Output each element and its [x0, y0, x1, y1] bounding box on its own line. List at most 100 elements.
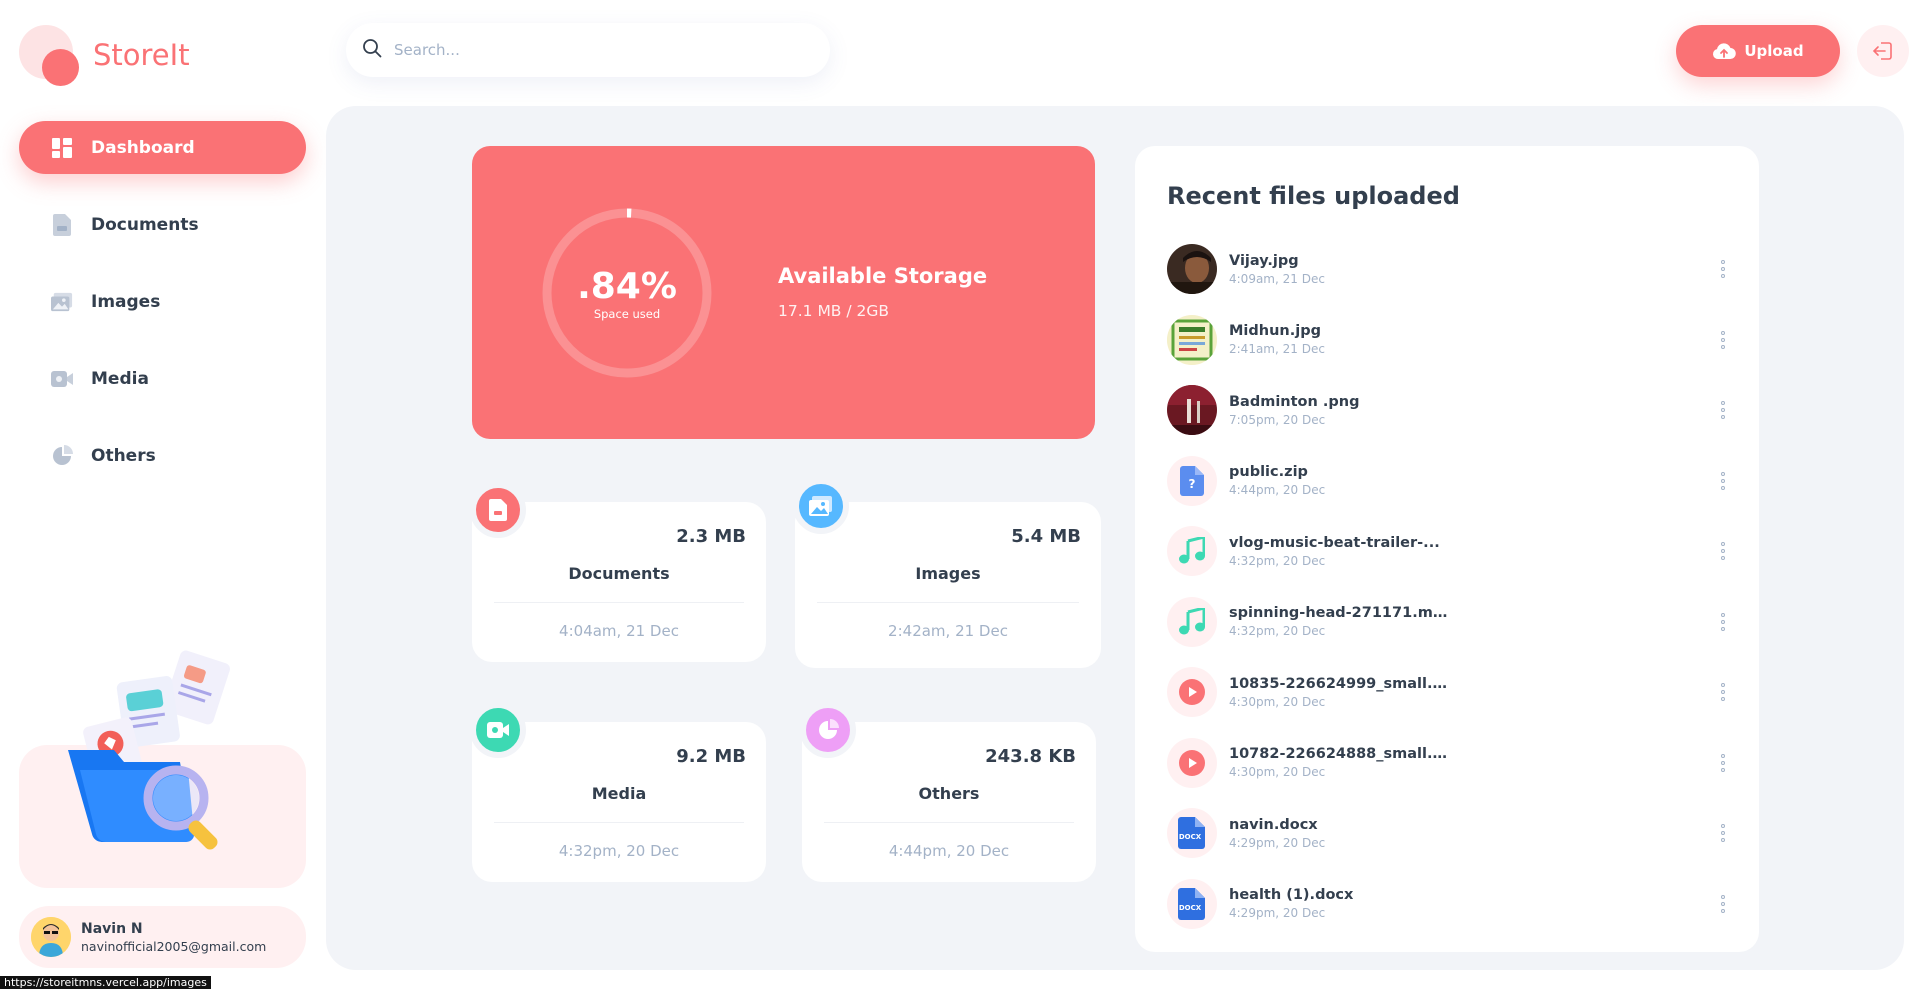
list-item[interactable]: Midhun.jpg 2:41am, 21 Dec: [1167, 305, 1733, 376]
user-card[interactable]: Navin N navinofficial2005@gmail.com: [19, 906, 306, 968]
more-options-icon[interactable]: [1713, 892, 1733, 916]
file-date: 4:30pm, 20 Dec: [1229, 694, 1326, 709]
avatar: [31, 917, 71, 957]
video-icon: [487, 722, 509, 738]
storage-percent-caption: Space used: [593, 306, 661, 321]
file-date: 4:30pm, 20 Dec: [1229, 765, 1326, 780]
sidebar-item-label: Others: [91, 445, 156, 466]
unknown-file-icon: ?: [1167, 455, 1217, 506]
search-bar[interactable]: [346, 23, 830, 77]
sidebar-item-label: Images: [91, 291, 161, 312]
upload-cloud-icon: [1713, 43, 1737, 60]
search-input[interactable]: [394, 41, 794, 59]
category-card-documents[interactable]: 2.3 MB Documents 4:04am, 21 Dec: [470, 482, 766, 662]
docx-icon: DOCX: [1167, 808, 1217, 859]
sidebar-item-documents[interactable]: Documents: [19, 198, 306, 251]
category-card-others[interactable]: 243.8 KB Others 4:44pm, 20 Dec: [800, 702, 1096, 882]
more-options-icon[interactable]: [1713, 751, 1733, 775]
list-item[interactable]: 10782-226624888_small.mp4 4:30pm, 20 Dec: [1167, 728, 1733, 799]
document-icon: [51, 213, 73, 236]
sidebar-item-images[interactable]: Images: [19, 275, 306, 328]
sidebar-item-media[interactable]: Media: [19, 352, 306, 405]
more-options-icon[interactable]: [1713, 328, 1733, 352]
file-date: 4:32pm, 20 Dec: [1229, 624, 1326, 639]
list-item[interactable]: Badminton .png 7:05pm, 20 Dec: [1167, 375, 1733, 446]
more-options-icon[interactable]: [1713, 539, 1733, 563]
sidebar-item-label: Media: [91, 368, 149, 389]
file-date: 4:44pm, 20 Dec: [1229, 483, 1326, 498]
more-options-icon[interactable]: [1713, 821, 1733, 845]
file-date: 4:29pm, 20 Dec: [1229, 906, 1326, 921]
upload-button[interactable]: Upload: [1676, 25, 1840, 77]
list-item[interactable]: DOCX navin.docx 4:29pm, 20 Dec: [1167, 798, 1733, 869]
file-name: 10835-226624999_small.mp4: [1229, 675, 1449, 692]
list-item[interactable]: vlog-music-beat-trailer-... 4:32pm, 20 D…: [1167, 516, 1733, 587]
category-icon-badge: [793, 478, 849, 534]
category-name: Documents: [568, 564, 670, 583]
file-date: 4:29pm, 20 Dec: [1229, 835, 1326, 850]
category-icon-badge: [800, 702, 856, 758]
video-icon: [51, 368, 73, 390]
category-icon-badge: [470, 702, 526, 758]
pie-icon: [819, 719, 839, 739]
divider: [824, 822, 1074, 823]
docx-badge-text: DOCX: [1179, 904, 1202, 912]
file-name: spinning-head-271171.mp3: [1229, 605, 1449, 622]
list-item[interactable]: Vijay.jpg 4:09am, 21 Dec: [1167, 234, 1733, 305]
logo[interactable]: StoreIt: [19, 25, 259, 86]
file-thumbnail: [1167, 244, 1217, 295]
svg-text:?: ?: [1189, 477, 1196, 491]
sidebar-item-others[interactable]: Others: [19, 429, 306, 482]
file-name: public.zip: [1229, 464, 1308, 481]
recent-files-panel: Recent files uploaded Vijay.jpg 4:09am, …: [1135, 146, 1759, 952]
storage-card: .84% Space used Available Storage 17.1 M…: [472, 146, 1095, 439]
list-item[interactable]: 10835-226624999_small.mp4 4:30pm, 20 Dec: [1167, 657, 1733, 728]
category-card-images[interactable]: 5.4 MB Images 2:42am, 21 Dec: [793, 478, 1101, 668]
file-name: vlog-music-beat-trailer-...: [1229, 534, 1440, 551]
more-options-icon[interactable]: [1713, 610, 1733, 634]
storage-value: 17.1 MB / 2GB: [778, 302, 890, 320]
music-icon: [1167, 526, 1217, 577]
logout-button[interactable]: [1857, 25, 1909, 77]
file-thumbnail: [1167, 385, 1217, 436]
category-name: Others: [918, 784, 980, 803]
sidebar-item-label: Dashboard: [91, 137, 195, 158]
more-options-icon[interactable]: [1713, 680, 1733, 704]
file-date: 7:05pm, 20 Dec: [1229, 412, 1326, 427]
category-size: 5.4 MB: [1011, 526, 1081, 547]
image-icon: [51, 291, 73, 313]
file-date: 4:09am, 21 Dec: [1229, 271, 1325, 286]
user-email: navinofficial2005@gmail.com: [81, 938, 267, 954]
file-name: Vijay.jpg: [1229, 252, 1299, 269]
file-name: Badminton .png: [1229, 393, 1360, 410]
document-icon: [489, 499, 507, 521]
list-item[interactable]: spinning-head-271171.mp3 4:32pm, 20 Dec: [1167, 587, 1733, 658]
pie-icon: [51, 444, 73, 467]
category-date: 4:04am, 21 Dec: [559, 622, 679, 640]
file-date: 4:32pm, 20 Dec: [1229, 553, 1326, 568]
sidebar-nav: Dashboard Documents Images Media Others: [19, 121, 306, 506]
category-size: 2.3 MB: [676, 526, 746, 547]
logout-icon: [1872, 42, 1892, 60]
file-name: health (1).docx: [1229, 887, 1354, 904]
file-thumbnail: [1167, 314, 1217, 365]
play-icon: [1167, 667, 1217, 718]
list-item[interactable]: DOCX health (1).docx 4:29pm, 20 Dec: [1167, 869, 1733, 940]
more-options-icon[interactable]: [1713, 469, 1733, 493]
recent-files-list: Vijay.jpg 4:09am, 21 Dec Midhun.jpg 2:41…: [1167, 234, 1733, 939]
list-item[interactable]: ? public.zip 4:44pm, 20 Dec: [1167, 446, 1733, 517]
upload-label: Upload: [1744, 42, 1804, 60]
file-name: 10782-226624888_small.mp4: [1229, 746, 1449, 763]
music-icon: [1167, 596, 1217, 647]
more-options-icon[interactable]: [1713, 257, 1733, 281]
sidebar-item-dashboard[interactable]: Dashboard: [19, 121, 306, 174]
user-name: Navin N: [81, 920, 143, 937]
more-options-icon[interactable]: [1713, 398, 1733, 422]
app-name: StoreIt: [93, 38, 190, 72]
category-date: 4:44pm, 20 Dec: [888, 842, 1010, 860]
divider: [494, 822, 744, 823]
category-card-media[interactable]: 9.2 MB Media 4:32pm, 20 Dec: [470, 702, 766, 882]
file-name: Midhun.jpg: [1229, 323, 1321, 340]
sidebar-item-label: Documents: [91, 214, 199, 235]
divider: [494, 602, 744, 603]
